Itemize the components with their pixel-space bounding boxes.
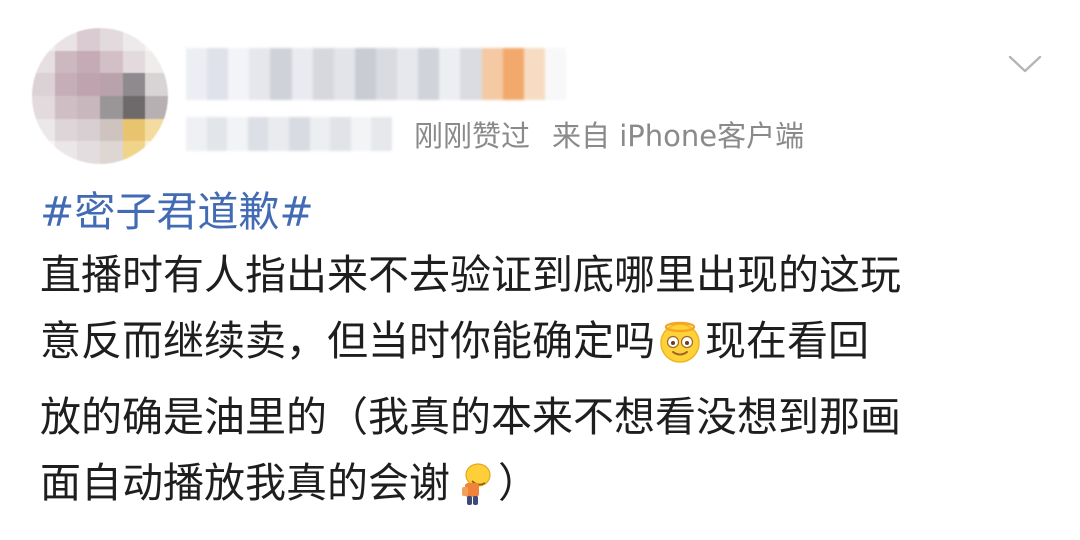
post-meta-row: 刚刚赞过 来自 iPhone客户端 [186, 112, 804, 156]
post-content: #密子君道歉# 直播时有人指出来不去验证到底哪里出现的这玩 意反而继续卖，但当时… [40, 182, 1050, 526]
body-line-segment: 面自动播放我真的会谢 [40, 459, 450, 507]
avatar[interactable] [32, 28, 168, 164]
chevron-down-icon[interactable] [1008, 54, 1042, 74]
hashtag-link[interactable]: #密子君道歉# [40, 182, 1050, 242]
body-line: 放的确是油里的（我真的本来不想看没想到那画 [40, 393, 901, 441]
post-body: 直播时有人指出来不去验证到底哪里出现的这玩 意反而继续卖，但当时你能确定吗 现在看… [40, 242, 1050, 526]
body-line-segment: 现在看回 [705, 317, 869, 365]
bowing-person-emoji-icon [452, 460, 496, 526]
weibo-post-card: 刚刚赞过 来自 iPhone客户端 #密子君道歉# 直播时有人指出来不去验证到底… [0, 0, 1080, 540]
liked-label: 刚刚赞过 [414, 119, 531, 153]
body-line: 面自动播放我真的会谢 ） [40, 450, 1050, 526]
username-redacted[interactable] [186, 48, 566, 100]
smiling-halo-emoji-icon [657, 318, 703, 384]
body-line: 直播时有人指出来不去验证到底哪里出现的这玩 [40, 251, 901, 299]
body-line-segment: ） [498, 459, 539, 507]
body-line: 意反而继续卖，但当时你能确定吗 现在看回 [40, 308, 1050, 384]
handle-redacted [186, 117, 392, 151]
body-line-segment: 意反而继续卖，但当时你能确定吗 [40, 317, 655, 365]
source-label[interactable]: 来自 iPhone客户端 [552, 113, 804, 155]
